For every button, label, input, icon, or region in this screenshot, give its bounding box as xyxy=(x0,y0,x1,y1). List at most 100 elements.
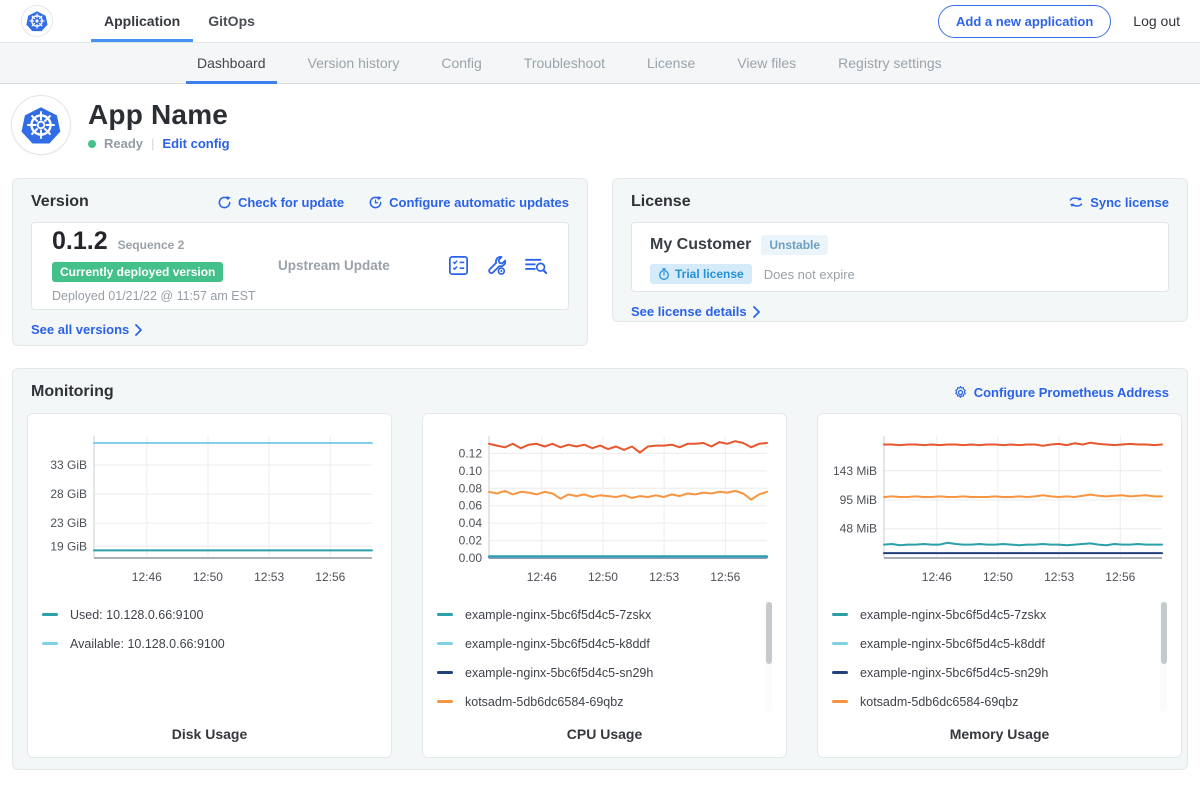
y-tick-label: 33 GiB xyxy=(50,458,87,472)
y-tick-label: 0.12 xyxy=(459,446,483,460)
memory-legend[interactable]: example-nginx-5bc6f5d4c5-7zskx example-ng… xyxy=(832,600,1167,718)
app-header: App Name Ready | Edit config xyxy=(0,84,1200,168)
app-kubernetes-icon xyxy=(12,96,70,154)
x-tick-label: 12:50 xyxy=(588,570,618,584)
license-card: License Sync license My Customer Unstabl… xyxy=(612,178,1188,322)
edit-config-link[interactable]: Edit config xyxy=(162,136,229,151)
legend-swatch-icon xyxy=(832,642,848,645)
legend-label: Used: 10.128.0.66:9100 xyxy=(70,608,203,622)
legend-swatch-icon xyxy=(437,642,453,645)
kubernetes-logo-icon xyxy=(22,6,52,36)
legend-label: example-nginx-5bc6f5d4c5-sn29h xyxy=(465,666,653,680)
version-number: 0.1.2 xyxy=(52,227,108,256)
y-tick-label: 0.06 xyxy=(459,499,483,513)
page-title: App Name xyxy=(88,99,230,131)
x-tick-label: 12:50 xyxy=(193,570,223,584)
legend-label: example-nginx-5bc6f5d4c5-k8ddf xyxy=(860,637,1045,651)
license-expiry-text: Does not expire xyxy=(764,267,855,282)
subnav-item-troubleshoot[interactable]: Troubleshoot xyxy=(503,43,626,83)
configure-automatic-updates-link[interactable]: Configure automatic updates xyxy=(368,195,569,210)
subnav-item-dashboard[interactable]: Dashboard xyxy=(176,43,287,83)
y-tick-label: 19 GiB xyxy=(50,539,87,553)
legend-scrollbar[interactable] xyxy=(765,600,772,712)
legend-item: example-nginx-5bc6f5d4c5-sn29h xyxy=(832,658,1153,687)
chevron-right-icon xyxy=(134,324,143,336)
legend-label: kotsadm-5db6dc6584-69qbz xyxy=(860,695,1018,709)
legend-item: example-nginx-5bc6f5d4c5-k8ddf xyxy=(437,629,758,658)
memory-chart-panel: 143 MiB95 MiB48 MiB12:4612:5012:5312:56e… xyxy=(817,413,1182,758)
monitoring-card: Monitoring Configure Prometheus Address … xyxy=(12,368,1188,770)
y-tick-label: 23 GiB xyxy=(50,516,87,530)
divider: | xyxy=(151,136,154,151)
app-status: Ready xyxy=(104,136,143,151)
cpu-legend[interactable]: example-nginx-5bc6f5d4c5-7zskx example-ng… xyxy=(437,600,772,718)
legend-label: example-nginx-5bc6f5d4c5-k8ddf xyxy=(465,637,650,651)
version-card-title: Version xyxy=(31,193,89,211)
add-new-application-button[interactable]: Add a new application xyxy=(938,5,1111,38)
check-for-update-link[interactable]: Check for update xyxy=(217,195,344,210)
legend-swatch-icon xyxy=(437,700,453,703)
license-card-title: License xyxy=(631,193,691,211)
see-all-versions-link[interactable]: See all versions xyxy=(31,322,143,337)
legend-label: example-nginx-5bc6f5d4c5-7zskx xyxy=(465,608,651,622)
see-license-details-link[interactable]: See license details xyxy=(631,304,761,319)
legend-item: example-nginx-5bc6f5d4c5-7zskx xyxy=(437,600,758,629)
monitoring-title: Monitoring xyxy=(31,383,114,401)
x-tick-label: 12:56 xyxy=(1105,570,1135,584)
version-source-label: Upstream Update xyxy=(278,258,390,273)
cpu-chart-panel: 0.120.100.080.060.040.020.0012:4612:5012… xyxy=(422,413,787,758)
gear-icon xyxy=(953,385,968,400)
disk-chart-title: Disk Usage xyxy=(42,726,377,742)
legend-item: kotsadm-5db6dc6584-69qbz xyxy=(437,687,758,716)
subnav-item-license[interactable]: License xyxy=(626,43,716,83)
sync-license-link[interactable]: Sync license xyxy=(1068,195,1169,210)
x-tick-label: 12:46 xyxy=(922,570,952,584)
y-tick-label: 0.02 xyxy=(459,534,483,548)
memory-chart-title: Memory Usage xyxy=(832,726,1167,742)
current-version-row: 0.1.2 Sequence 2 Currently deployed vers… xyxy=(31,222,569,310)
primary-tab-gitops[interactable]: GitOps xyxy=(194,0,269,42)
configure-prometheus-link[interactable]: Configure Prometheus Address xyxy=(953,385,1169,400)
y-tick-label: 0.10 xyxy=(459,464,483,478)
legend-item: example-nginx-5bc6f5d4c5-sn29h xyxy=(437,658,758,687)
legend-item: example-nginx-5bc6f5d4c5-k8ddf xyxy=(832,629,1153,658)
subnav-item-version-history[interactable]: Version history xyxy=(287,43,421,83)
currently-deployed-badge: Currently deployed version xyxy=(52,262,223,282)
view-diff-icon[interactable] xyxy=(523,254,548,277)
legend-swatch-icon xyxy=(437,671,453,674)
subnav-item-config[interactable]: Config xyxy=(420,43,502,83)
subnav-item-registry-settings[interactable]: Registry settings xyxy=(817,43,962,83)
logout-button[interactable]: Log out xyxy=(1133,13,1180,29)
chevron-right-icon xyxy=(752,306,761,318)
config-wrench-icon[interactable] xyxy=(485,254,508,277)
legend-swatch-icon xyxy=(832,671,848,674)
primary-nav: ApplicationGitOps xyxy=(90,0,269,42)
cpu-chart-title: CPU Usage xyxy=(437,726,772,742)
y-tick-label: 143 MiB xyxy=(833,464,877,478)
x-tick-label: 12:56 xyxy=(315,570,345,584)
legend-swatch-icon xyxy=(42,642,58,645)
scrollbar-thumb[interactable] xyxy=(1161,602,1167,664)
top-bar: ApplicationGitOps Add a new application … xyxy=(0,0,1200,42)
x-tick-label: 12:53 xyxy=(649,570,679,584)
stopwatch-icon xyxy=(658,268,670,281)
legend-label: example-nginx-5bc6f5d4c5-sn29h xyxy=(860,666,1048,680)
x-tick-label: 12:56 xyxy=(710,570,740,584)
legend-label: kotsadm-5db6dc6584-69qbz xyxy=(465,695,623,709)
scrollbar-thumb[interactable] xyxy=(766,602,772,664)
subnav-item-view-files[interactable]: View files xyxy=(716,43,817,83)
legend-scrollbar[interactable] xyxy=(1160,600,1167,712)
charts-row: 33 GiB 28 GiB 23 GiB 19 GiB 12:46 12:50 12:53 1… xyxy=(27,413,1173,758)
preflight-checks-icon[interactable] xyxy=(447,254,470,277)
legend-item: Used: 10.128.0.66:9100 xyxy=(42,600,363,629)
legend-item: kotsadm-5db6dc6584-69qbz xyxy=(832,687,1153,716)
x-tick-label: 12:50 xyxy=(983,570,1013,584)
y-tick-label: 28 GiB xyxy=(50,487,87,501)
y-tick-label: 0.08 xyxy=(459,481,483,495)
legend-swatch-icon xyxy=(42,613,58,616)
deployed-timestamp: Deployed 01/21/22 @ 11:57 am EST xyxy=(52,289,272,303)
disk-legend: Used: 10.128.0.66:9100Available: 10.128.… xyxy=(42,600,377,718)
disk-chart: 33 GiB28 GiB23 GiB19 GiB12:4612:5012:531… xyxy=(42,426,377,586)
legend-label: example-nginx-5bc6f5d4c5-7zskx xyxy=(860,608,1046,622)
primary-tab-application[interactable]: Application xyxy=(90,0,194,42)
